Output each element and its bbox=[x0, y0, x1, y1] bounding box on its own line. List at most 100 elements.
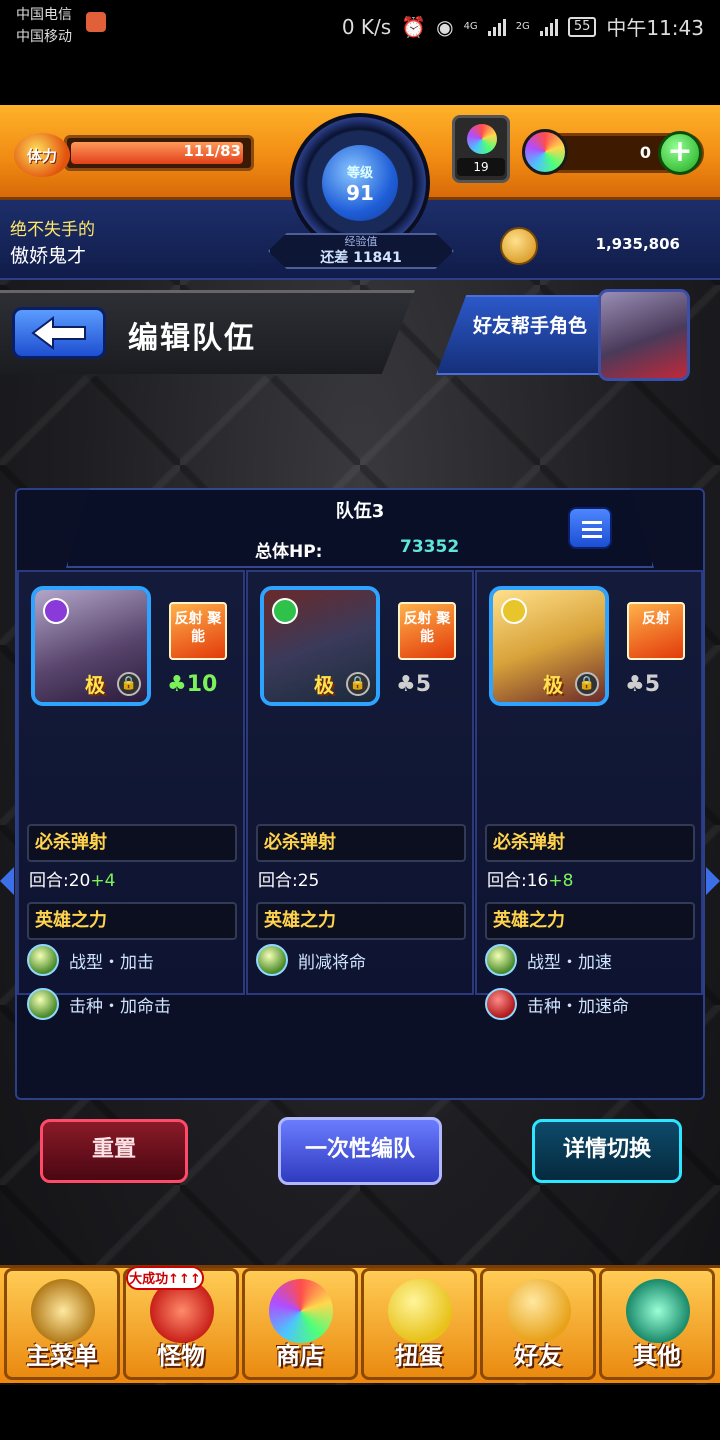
net-speed: 0 K/s bbox=[341, 14, 392, 39]
power-icon bbox=[485, 988, 517, 1020]
lock-icon[interactable]: 🔒 bbox=[346, 672, 370, 696]
clock: 中午11:43 bbox=[606, 16, 704, 40]
hp-value: 73352 bbox=[400, 537, 460, 557]
signal-icon-1 bbox=[487, 18, 506, 36]
friend-helper-avatar[interactable] bbox=[598, 289, 690, 381]
top-hud: 111/83 体力 等级 91 经验值 还差 11841 19 0 + 绝不失手… bbox=[0, 105, 720, 280]
net-type-1: 4G bbox=[463, 21, 478, 32]
eye-icon: ◉ bbox=[436, 14, 454, 39]
nav-label: 好友 bbox=[514, 1342, 562, 1370]
power-icon bbox=[256, 944, 288, 976]
member-avatar[interactable]: 极 🔒 bbox=[489, 586, 609, 706]
gem-icon bbox=[467, 124, 497, 154]
quick-team-button[interactable]: 一次性编队 bbox=[278, 1117, 442, 1185]
team-member-2[interactable]: 极 🔒 反射 聚能 ♣5 必杀弹射 回合:25 英雄之力 削减将命 bbox=[246, 570, 474, 995]
nav-label: 主菜单 bbox=[26, 1342, 98, 1370]
nav-main-menu[interactable]: 主菜单 bbox=[4, 1268, 120, 1380]
skill-turns: 回合:25 bbox=[258, 871, 320, 891]
team-member-3[interactable]: 极 🔒 反射 ♣5 必杀弹射 回合:16+8 英雄之力 战型・加速 击种・加速命 bbox=[475, 570, 703, 1020]
orb-shop-icon bbox=[269, 1279, 333, 1343]
hero-power-1: 削减将命 bbox=[256, 944, 366, 976]
status-right: 0 K/s ⏰ ◉ 4G 2G 55 中午11:43 bbox=[342, 12, 704, 41]
prev-team-arrow[interactable] bbox=[0, 867, 14, 895]
friend-helper-label: 好友帮手角色 bbox=[472, 315, 587, 337]
game-screen: 111/83 体力 等级 91 经验值 还差 11841 19 0 + 绝不失手… bbox=[0, 105, 720, 1385]
luck-value: ♣10 bbox=[167, 672, 218, 697]
back-button[interactable] bbox=[12, 307, 106, 359]
element-wood-icon bbox=[272, 598, 298, 624]
skill-box: 必杀弹射 bbox=[485, 824, 695, 862]
member-avatar[interactable]: 极 🔒 bbox=[260, 586, 380, 706]
egg-icon bbox=[388, 1279, 452, 1343]
carrier-1: 中国电信 bbox=[16, 7, 72, 23]
hero-power-label: 英雄之力 bbox=[485, 902, 695, 940]
luck-value: ♣5 bbox=[625, 672, 661, 697]
nav-gacha[interactable]: 扭蛋 bbox=[361, 1268, 477, 1380]
nav-monster-badge: 大成功↑↑↑ bbox=[126, 1266, 204, 1290]
player-title-line1: 绝不失手的 bbox=[10, 220, 95, 240]
coin-value: 1,935,806 bbox=[595, 235, 680, 253]
net-type-2: 2G bbox=[515, 21, 530, 32]
nav-label: 怪物 bbox=[157, 1342, 205, 1370]
stamina-icon: 体力 bbox=[14, 133, 70, 177]
skill-box: 必杀弹射 bbox=[27, 824, 237, 862]
skill-turns: 回合:20+4 bbox=[29, 871, 116, 891]
other-icon bbox=[626, 1279, 690, 1343]
gem-count: 19 bbox=[457, 158, 505, 176]
reset-button[interactable]: 重置 bbox=[40, 1119, 188, 1183]
hp-label: 总体HP: bbox=[255, 542, 323, 562]
power-icon bbox=[27, 944, 59, 976]
hero-power-label: 英雄之力 bbox=[27, 902, 237, 940]
coin-icon bbox=[500, 227, 538, 265]
luck-value: ♣5 bbox=[396, 672, 432, 697]
rank-badge: 极 bbox=[314, 673, 334, 697]
power-icon bbox=[485, 944, 517, 976]
element-dark-icon bbox=[43, 598, 69, 624]
nav-label: 其他 bbox=[633, 1342, 681, 1370]
alarm-icon: ⏰ bbox=[401, 14, 427, 39]
detail-toggle-button[interactable]: 详情切换 bbox=[532, 1119, 682, 1183]
hero-power-2: 击种・加命击 bbox=[27, 988, 171, 1020]
battery-icon: 55 bbox=[567, 16, 597, 37]
hero-power-1: 战型・加击 bbox=[27, 944, 154, 976]
hero-power-2: 击种・加速命 bbox=[485, 988, 629, 1020]
level-label: 等级 bbox=[346, 165, 373, 181]
status-bar: 中国电信 中国移动 0 K/s ⏰ ◉ 4G 2G 55 中午11:43 bbox=[0, 0, 720, 50]
team-member-1[interactable]: 极 🔒 反射 聚能 ♣10 必杀弹射 回合:20+4 英雄之力 战型・加击 击种… bbox=[17, 570, 245, 1020]
nav-friends[interactable]: 好友 bbox=[480, 1268, 596, 1380]
stamina-bar: 111/83 bbox=[64, 135, 254, 171]
rank-badge: 极 bbox=[543, 673, 563, 697]
nav-label: 商店 bbox=[276, 1342, 324, 1370]
stamina-text: 111/83 bbox=[183, 142, 241, 160]
power-icon bbox=[27, 988, 59, 1020]
next-team-arrow[interactable] bbox=[706, 867, 720, 895]
friends-icon bbox=[507, 1279, 571, 1343]
rank-badge: 极 bbox=[85, 673, 105, 697]
castle-icon bbox=[31, 1279, 95, 1343]
element-light-icon bbox=[501, 598, 527, 624]
hero-power-1: 战型・加速 bbox=[485, 944, 612, 976]
exp-text: 还差 11841 bbox=[320, 250, 402, 266]
skill-box: 必杀弹射 bbox=[256, 824, 466, 862]
nav-label: 扭蛋 bbox=[395, 1342, 443, 1370]
level-badge[interactable]: 等级 91 bbox=[290, 113, 430, 253]
member-avatar[interactable]: 极 🔒 bbox=[31, 586, 151, 706]
lock-icon[interactable]: 🔒 bbox=[117, 672, 141, 696]
add-orb-button[interactable]: + bbox=[658, 131, 702, 175]
hero-power-label: 英雄之力 bbox=[256, 902, 466, 940]
app-notification-icon bbox=[86, 12, 106, 32]
orb-icon bbox=[522, 129, 568, 175]
exp-plate: 经验值 还差 11841 bbox=[268, 233, 454, 269]
nav-shop[interactable]: 商店 bbox=[242, 1268, 358, 1380]
ability-tile: 反射 bbox=[627, 602, 685, 660]
carrier-2: 中国移动 bbox=[16, 29, 72, 45]
signal-icon-2 bbox=[539, 18, 558, 36]
team-name: 队伍3 bbox=[335, 501, 385, 522]
level-value: 91 bbox=[346, 180, 374, 205]
ability-tile: 反射 聚能 bbox=[169, 602, 227, 660]
team-menu-button[interactable] bbox=[568, 507, 612, 549]
lock-icon[interactable]: 🔒 bbox=[575, 672, 599, 696]
nav-other[interactable]: 其他 bbox=[599, 1268, 715, 1380]
player-title-line2: 傲娇鬼才 bbox=[10, 245, 87, 267]
gem-item-button[interactable]: 19 bbox=[452, 115, 510, 183]
